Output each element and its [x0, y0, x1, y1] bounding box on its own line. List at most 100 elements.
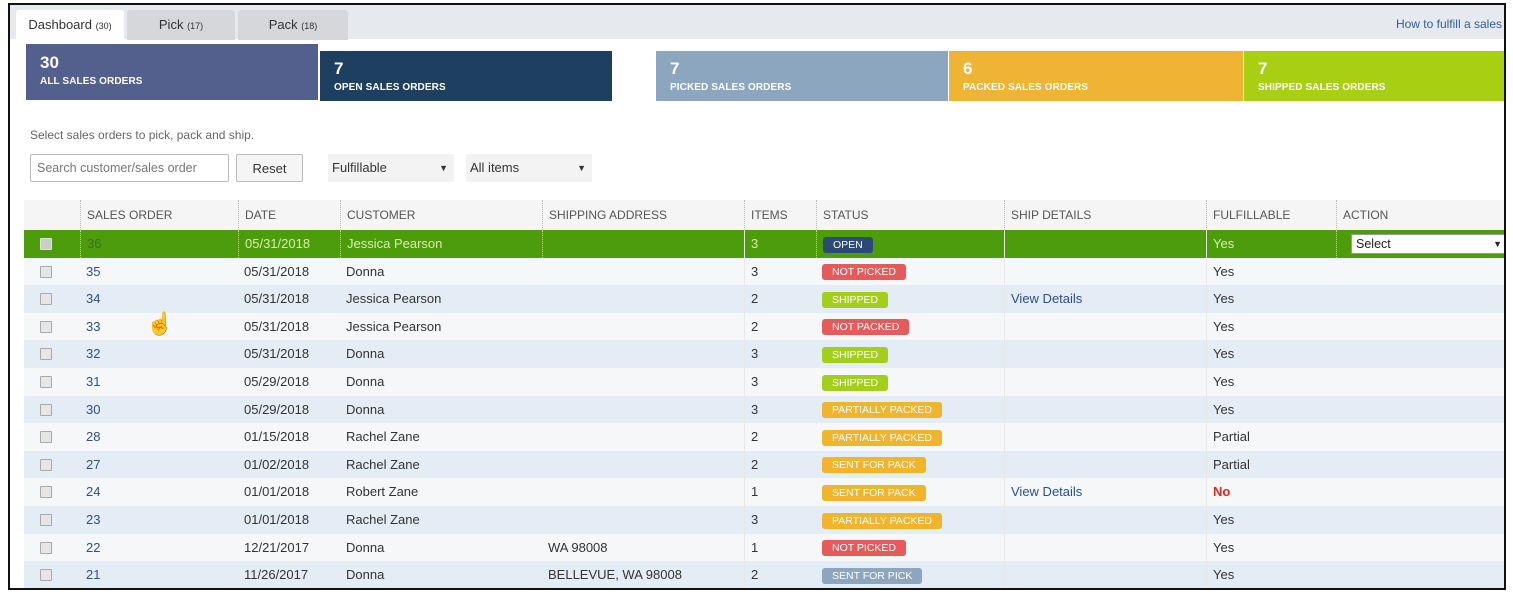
action-cell: Select ▼ [1336, 230, 1504, 258]
view-details-link[interactable]: View Details [1011, 291, 1082, 306]
items-cell: 1 [744, 478, 816, 506]
sales-order-link[interactable]: 21 [86, 567, 100, 582]
row-select-cell [24, 506, 80, 534]
status-cell: SHIPPED [816, 285, 1004, 313]
ship-details-cell [1004, 230, 1206, 258]
header-items[interactable]: ITEMS [744, 200, 816, 230]
sales-order-link[interactable]: 32 [86, 346, 100, 361]
fulfillable-cell: Yes [1206, 285, 1336, 313]
header-sales-order[interactable]: SALES ORDER [80, 200, 238, 230]
sales-order-link[interactable]: 24 [86, 484, 100, 499]
sales-order-link[interactable]: 22 [86, 540, 100, 555]
tab-dashboard[interactable]: Dashboard (30) [16, 10, 124, 40]
customer-cell: Jessica Pearson [346, 318, 442, 334]
items-filter-select[interactable]: All items ▼ [466, 154, 592, 182]
row-checkbox[interactable] [40, 486, 52, 499]
row-checkbox[interactable] [40, 458, 52, 471]
table-row[interactable]: 35 05/31/2018 Donna 3 NOT PICKED Yes [24, 257, 1504, 286]
tab-pick[interactable]: Pick (17) [127, 10, 235, 40]
action-select[interactable]: Select ▼ [1351, 234, 1504, 254]
sales-order-link[interactable]: 30 [86, 402, 100, 417]
sales-order-link[interactable]: 28 [86, 429, 100, 444]
table-row[interactable]: 33 05/31/2018 Jessica Pearson 2 NOT PACKED Ye… [24, 312, 1504, 341]
header-status[interactable]: STATUS [816, 200, 1004, 230]
row-checkbox[interactable] [40, 403, 52, 416]
action-cell [1336, 478, 1504, 506]
action-cell [1336, 423, 1504, 451]
table-row[interactable]: 22 12/21/2017 Donna WA 98008 1 NOT PICKED Yes [24, 533, 1504, 562]
card-shipped-sales-orders[interactable]: 7 SHIPPED SALES ORDERS [1244, 51, 1504, 101]
fulfillable-value: Yes [1213, 511, 1235, 527]
row-checkbox[interactable] [40, 375, 52, 388]
select-value: Fulfillable [332, 160, 387, 175]
row-checkbox[interactable] [40, 238, 52, 250]
sales-order-link[interactable]: 34 [86, 291, 100, 306]
fulfillable-cell: No [1206, 478, 1336, 506]
row-checkbox[interactable] [40, 348, 52, 361]
date-cell: 01/15/2018 [244, 429, 310, 445]
ship-details-cell [1004, 505, 1206, 534]
fulfillable-cell: Yes [1206, 312, 1336, 341]
date-cell: 05/31/2018 [244, 291, 310, 307]
sales-order-link[interactable]: 33 [86, 319, 100, 334]
card-count: 30 [40, 53, 59, 72]
header-fulfillable[interactable]: FULFILLABLE [1206, 200, 1336, 230]
tab-pack[interactable]: Pack (18) [238, 10, 348, 40]
table-row[interactable]: 28 01/15/2018 Rachel Zane 2 PARTIALLY PACKED… [24, 423, 1504, 451]
row-checkbox[interactable] [40, 320, 52, 333]
header-ship-details[interactable]: SHIP DETAILS [1004, 200, 1206, 230]
row-select-cell [24, 396, 80, 424]
row-checkbox[interactable] [40, 541, 52, 554]
sales-order-link[interactable]: 31 [86, 374, 100, 389]
row-checkbox[interactable] [40, 293, 52, 306]
header-date[interactable]: DATE [238, 200, 340, 230]
table-row[interactable]: 21 11/26/2017 Donna BELLEVUE, WA 98008 2 SENT… [24, 561, 1504, 588]
hand-cursor-icon: ☝ [146, 311, 174, 336]
chevron-down-icon: ▼ [439, 163, 448, 173]
action-cell [1336, 313, 1504, 341]
date-cell: 05/29/2018 [244, 373, 310, 389]
row-checkbox[interactable] [40, 431, 52, 444]
table-row[interactable]: 24 01/01/2018 Robert Zane 1 SENT FOR PACK Vie… [24, 478, 1504, 506]
row-checkbox[interactable] [40, 265, 52, 278]
items-cell: 2 [744, 450, 816, 479]
table-row[interactable]: 32 05/31/2018 Donna 3 SHIPPED Yes [24, 340, 1504, 368]
sales-order-link[interactable]: 35 [86, 264, 100, 279]
sales-order-link[interactable]: 36 [87, 236, 101, 251]
reset-button[interactable]: Reset [236, 154, 303, 182]
status-badge: OPEN [823, 236, 873, 253]
table-row[interactable]: 30 05/29/2018 Donna 3 PARTIALLY PACKED Yes [24, 395, 1504, 424]
row-select-cell [24, 451, 80, 479]
row-select-cell [24, 561, 80, 588]
shipping-address-cell [542, 368, 744, 396]
sales-order-link[interactable]: 27 [86, 457, 100, 472]
fulfillable-cell: Yes [1206, 505, 1336, 534]
status-badge: PARTIALLY PACKED [822, 402, 942, 419]
fulfillable-filter-select[interactable]: Fulfillable ▼ [328, 154, 454, 182]
table-row[interactable]: 27 01/02/2018 Rachel Zane 2 SENT FOR PACK Par… [24, 450, 1504, 479]
ship-details-cell: View Details [1004, 285, 1206, 313]
header-customer[interactable]: CUSTOMER [340, 200, 542, 230]
row-select-cell [24, 340, 80, 368]
search-input[interactable] [30, 154, 229, 182]
table-row[interactable]: 36 05/31/2018 Jessica Pearson 3 OPEN Yes Selec… [24, 230, 1504, 258]
sales-order-link[interactable]: 23 [86, 512, 100, 527]
card-picked-sales-orders[interactable]: 7 PICKED SALES ORDERS [656, 51, 948, 101]
table-row[interactable]: 31 05/29/2018 Donna 3 SHIPPED Yes [24, 367, 1504, 396]
table-row[interactable]: 23 01/01/2018 Rachel Zane 3 PARTIALLY PACKED… [24, 505, 1504, 534]
select-value: Select [1356, 237, 1391, 251]
ship-details-cell [1004, 450, 1206, 479]
header-shipping-address[interactable]: SHIPPING ADDRESS [542, 200, 744, 230]
card-packed-sales-orders[interactable]: 6 PACKED SALES ORDERS [949, 51, 1243, 101]
fulfillable-cell: Partial [1206, 450, 1336, 479]
row-checkbox[interactable] [40, 513, 52, 526]
table-row[interactable]: 34 05/31/2018 Jessica Pearson 2 SHIPPED View … [24, 285, 1504, 313]
card-open-sales-orders[interactable]: 7 OPEN SALES ORDERS [320, 51, 612, 101]
customer-cell: Jessica Pearson [340, 230, 542, 258]
card-all-sales-orders[interactable]: 30 ALL SALES ORDERS [26, 44, 318, 100]
help-link[interactable]: How to fulfill a sales [1396, 17, 1502, 31]
fulfillable-value: Yes [1213, 236, 1235, 251]
row-checkbox[interactable] [40, 569, 52, 582]
status-cell: SENT FOR PICK [816, 561, 1004, 588]
view-details-link[interactable]: View Details [1011, 484, 1082, 499]
